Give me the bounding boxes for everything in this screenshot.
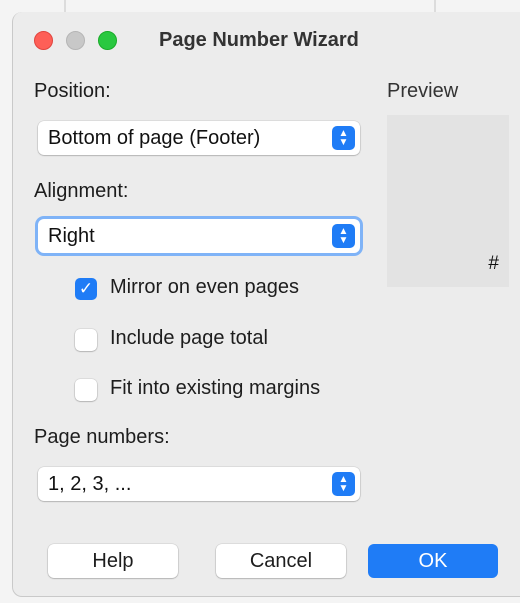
preview-label: Preview — [387, 80, 459, 102]
include-page-total-label: Include page total — [110, 327, 268, 349]
alignment-value: Right — [48, 225, 95, 247]
fit-margins-checkbox[interactable] — [75, 379, 97, 401]
mirror-even-pages-checkbox[interactable]: ✓ — [75, 278, 97, 300]
position-value: Bottom of page (Footer) — [48, 127, 261, 149]
background-divider — [64, 0, 66, 12]
cancel-button[interactable]: Cancel — [216, 544, 346, 578]
select-stepper-icon: ▲ ▼ — [332, 126, 355, 150]
select-stepper-icon: ▲ ▼ — [332, 472, 355, 496]
minimize-window-button[interactable] — [66, 31, 85, 50]
select-stepper-icon: ▲ ▼ — [332, 224, 355, 248]
background-divider — [434, 0, 436, 12]
include-page-total-checkbox[interactable] — [75, 329, 97, 351]
page-number-marker: # — [488, 253, 499, 274]
alignment-select[interactable]: Right ▲ ▼ — [38, 219, 360, 253]
close-window-button[interactable] — [34, 31, 53, 50]
page-numbers-label: Page numbers: — [34, 426, 170, 448]
alignment-label: Alignment: — [34, 180, 129, 202]
zoom-window-button[interactable] — [98, 31, 117, 50]
mirror-even-pages-label: Mirror on even pages — [110, 276, 299, 298]
page-number-wizard-dialog: Page Number Wizard Position: Bottom of p… — [12, 12, 520, 597]
dialog-title: Page Number Wizard — [159, 29, 359, 51]
ok-button[interactable]: OK — [368, 544, 498, 578]
page-numbers-select[interactable]: 1, 2, 3, ... ▲ ▼ — [38, 467, 360, 501]
position-label: Position: — [34, 80, 111, 102]
checkmark-icon: ✓ — [78, 279, 94, 298]
position-select[interactable]: Bottom of page (Footer) ▲ ▼ — [38, 121, 360, 155]
fit-margins-label: Fit into existing margins — [110, 377, 321, 399]
help-button[interactable]: Help — [48, 544, 178, 578]
title-bar[interactable]: Page Number Wizard — [13, 12, 520, 62]
page-numbers-value: 1, 2, 3, ... — [48, 473, 132, 495]
preview-area: # — [387, 115, 509, 287]
background-window — [0, 0, 520, 12]
